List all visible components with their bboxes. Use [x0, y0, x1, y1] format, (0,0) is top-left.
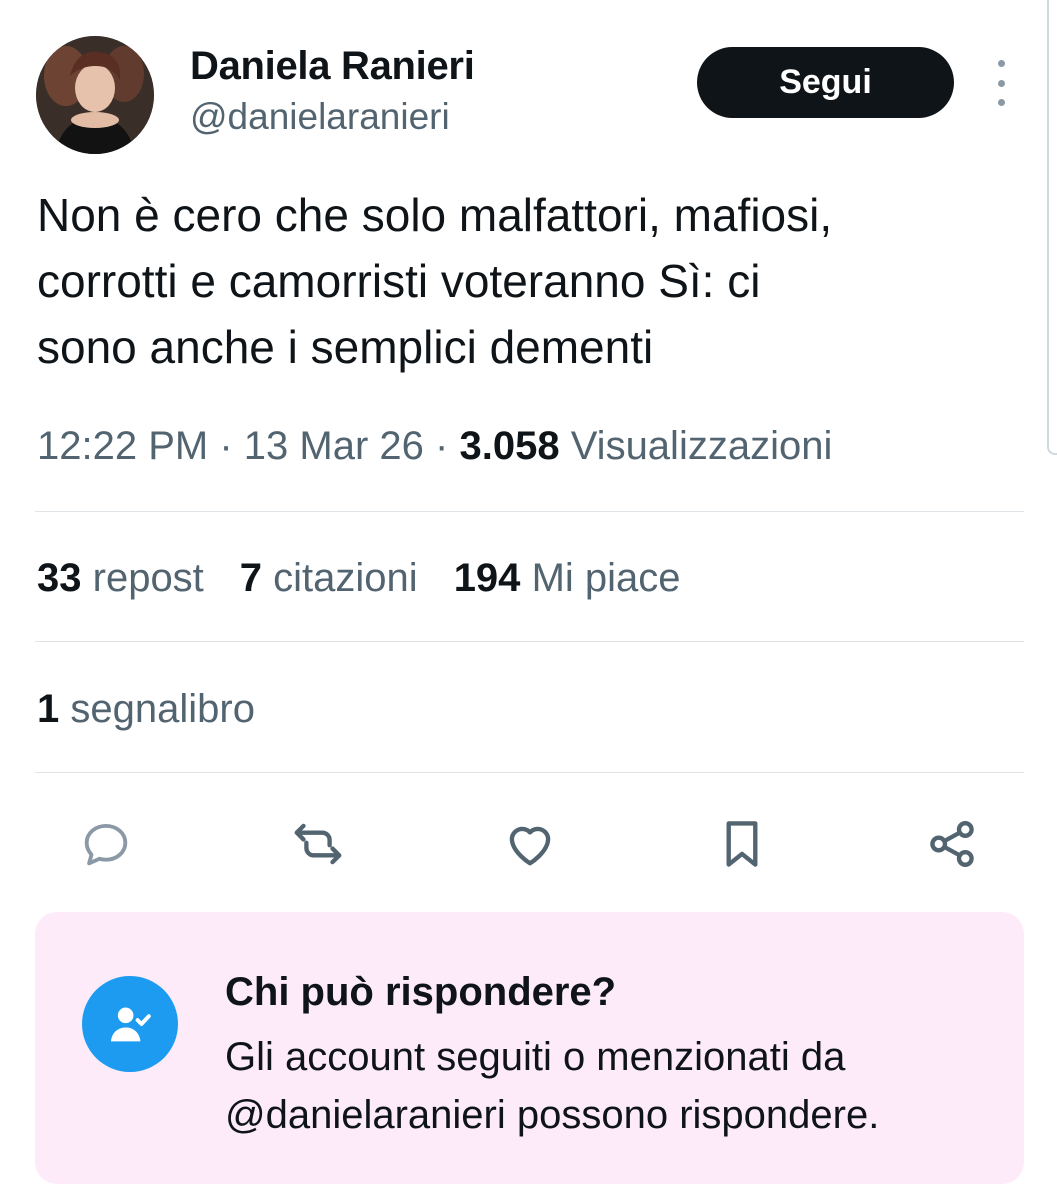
- tweet-meta: 12:22 PM · 13 Mar 26 · 3.058 Visualizzaz…: [37, 424, 832, 469]
- bookmarks-count: 1: [37, 687, 60, 731]
- likes-label: Mi piace: [531, 556, 681, 600]
- reposts-label: repost: [92, 556, 204, 600]
- meta-separator: ·: [435, 424, 449, 468]
- tweet-text-line: sono anche i semplici dementi: [37, 321, 654, 373]
- views-label: Visualizzazioni: [570, 424, 833, 468]
- bookmarks-stat[interactable]: 1 segnalibro: [37, 687, 255, 732]
- follow-button[interactable]: Segui: [697, 47, 954, 118]
- divider: [35, 772, 1024, 773]
- reply-restriction-line: @danielaranieri possono rispondere.: [225, 1093, 880, 1137]
- scrollbar[interactable]: [1047, 0, 1057, 455]
- views-count: 3.058: [459, 424, 560, 468]
- like-icon[interactable]: [499, 813, 561, 875]
- tweet-detail-page: Daniela Ranieri @danielaranieri Segui No…: [0, 0, 1057, 1200]
- likes-count: 194: [453, 556, 521, 600]
- tweet-time[interactable]: 12:22 PM: [37, 424, 208, 468]
- reply-restriction-title: Chi può rispondere?: [225, 970, 617, 1014]
- reposts-count: 33: [37, 556, 82, 600]
- divider: [35, 511, 1024, 512]
- reply-restriction-line: Gli account seguiti o menzionati da: [225, 1035, 846, 1079]
- bookmarks-label: segnalibro: [70, 687, 255, 731]
- avatar[interactable]: [36, 36, 154, 154]
- quotes-stat[interactable]: 7 citazioni: [240, 556, 418, 601]
- share-icon[interactable]: [921, 813, 983, 875]
- likes-stat[interactable]: 194 Mi piace: [454, 556, 681, 601]
- tweet-text-line: Non è cero che solo malfattori, mafiosi,: [37, 189, 833, 241]
- bookmark-icon[interactable]: [711, 813, 773, 875]
- person-check-icon: [82, 976, 178, 1072]
- engagement-stats: 33 repost 7 citazioni 194 Mi piace: [37, 556, 681, 601]
- divider: [35, 641, 1024, 642]
- meta-separator: ·: [219, 424, 233, 468]
- reply-restriction-description: Gli account seguiti o menzionati da @dan…: [225, 1028, 879, 1144]
- author-display-name[interactable]: Daniela Ranieri: [190, 44, 475, 89]
- tweet-date[interactable]: 13 Mar 26: [244, 424, 424, 468]
- author-handle[interactable]: @danielaranieri: [190, 96, 450, 138]
- reply-icon[interactable]: [75, 813, 137, 875]
- tweet-text: Non è cero che solo malfattori, mafiosi,…: [37, 182, 1027, 380]
- quotes-count: 7: [239, 556, 263, 600]
- retweet-icon[interactable]: [287, 813, 349, 875]
- quotes-label: citazioni: [273, 556, 418, 600]
- more-options-icon[interactable]: [990, 60, 1012, 106]
- tweet-text-line: corrotti e camorristi voteranno Sì: ci: [37, 255, 761, 307]
- reposts-stat[interactable]: 33 repost: [37, 556, 204, 601]
